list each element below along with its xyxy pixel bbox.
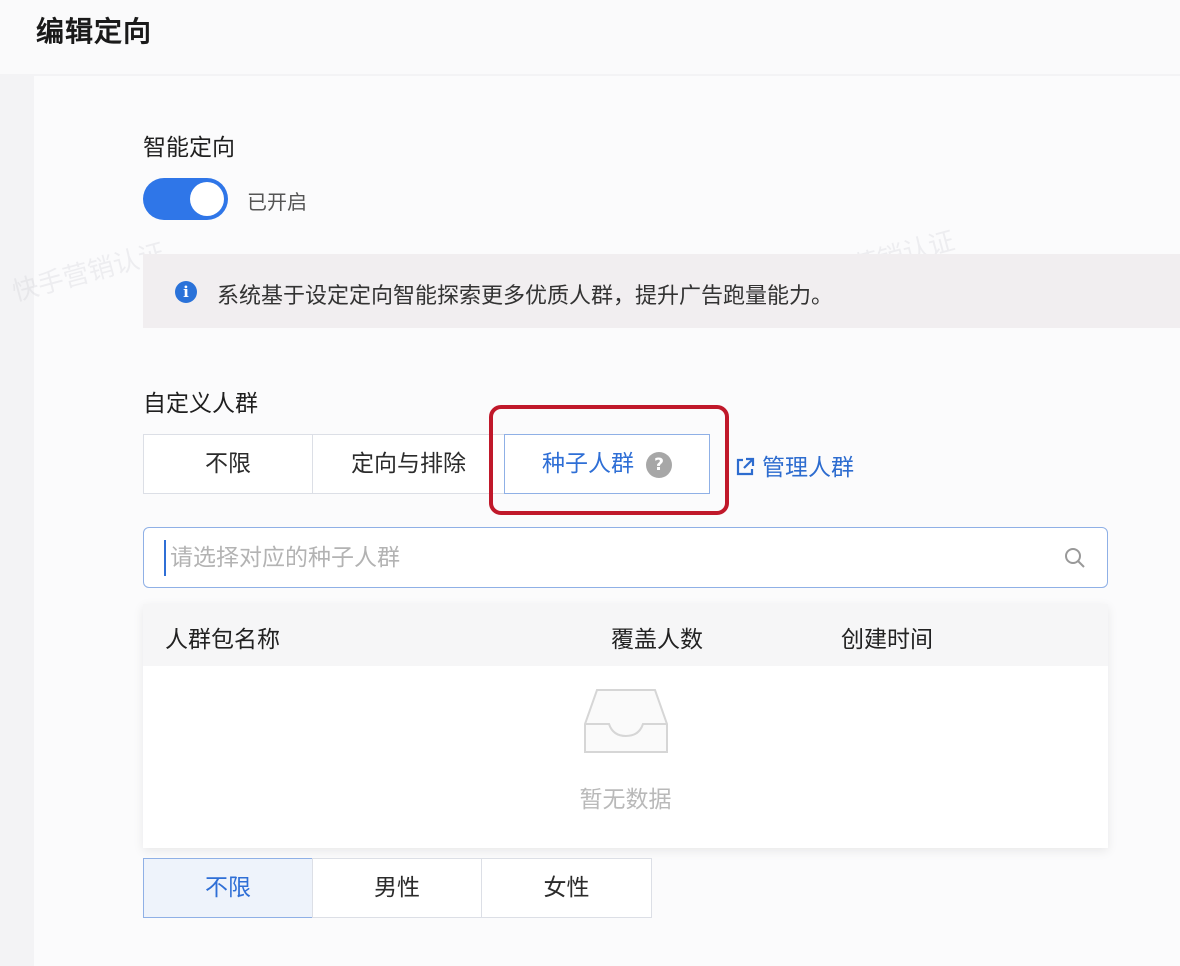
seed-audience-search [143, 527, 1108, 588]
notice-text: 系统基于设定定向智能探索更多优质人群，提升广告跑量能力。 [217, 284, 834, 309]
smart-targeting-label: 智能定向 [143, 135, 235, 161]
column-header-coverage: 覆盖人数 [611, 627, 703, 653]
toggle-status-text: 已开启 [247, 190, 307, 214]
column-header-created: 创建时间 [841, 627, 933, 653]
search-icon[interactable] [1063, 546, 1087, 570]
gender-option-female[interactable]: 女性 [481, 858, 652, 918]
gender-option-male[interactable]: 男性 [312, 858, 482, 918]
info-notice: i 系统基于设定定向智能探索更多优质人群，提升广告跑量能力。 [143, 254, 1180, 328]
toggle-knob [190, 182, 224, 216]
custom-audience-label: 自定义人群 [143, 391, 258, 417]
seed-audience-dropdown: 人群包名称 覆盖人数 创建时间 暂无数据 [143, 604, 1108, 848]
highlight-annotation [489, 405, 729, 515]
gender-option-unlimited[interactable]: 不限 [143, 858, 313, 918]
empty-inbox-icon [584, 689, 668, 753]
page-header: 编辑定向 [0, 0, 1180, 74]
empty-text: 暂无数据 [579, 787, 672, 813]
column-header-name: 人群包名称 [165, 627, 280, 653]
smart-targeting-toggle[interactable] [143, 178, 228, 220]
external-link-icon [736, 457, 755, 476]
audience-option-unlimited[interactable]: 不限 [143, 434, 313, 494]
manage-audience-link[interactable]: 管理人群 [734, 448, 854, 482]
manage-audience-label: 管理人群 [762, 455, 854, 481]
page-title: 编辑定向 [36, 15, 153, 48]
info-icon: i [175, 281, 197, 303]
audience-option-target-exclude[interactable]: 定向与排除 [312, 434, 505, 494]
table-header: 人群包名称 覆盖人数 创建时间 [143, 604, 1108, 666]
search-input[interactable] [164, 540, 1052, 576]
